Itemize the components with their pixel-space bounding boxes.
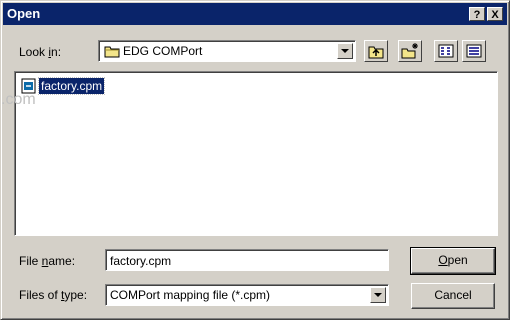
title-bar[interactable]: Open ? X: [3, 3, 507, 25]
file-type-dropdown-button[interactable]: [370, 287, 386, 303]
details-view-icon: [466, 44, 482, 58]
file-type-value: COMPort mapping file (*.cpm): [110, 288, 271, 302]
file-name-input[interactable]: factory.cpm: [105, 249, 389, 271]
list-view-button[interactable]: [434, 40, 458, 62]
folder-icon: [104, 46, 120, 58]
new-folder-icon: [401, 43, 418, 59]
file-type-combo[interactable]: COMPort mapping file (*.cpm): [105, 284, 389, 306]
window-title: Open: [7, 6, 41, 21]
list-view-icon: [438, 44, 454, 58]
file-name-text: factory.cpm: [37, 77, 106, 95]
file-type-label: Files of type:: [19, 288, 88, 302]
up-one-level-icon: [368, 46, 384, 59]
file-list[interactable]: factory.cpm: [14, 71, 498, 236]
watermark-text: .com: [1, 91, 36, 108]
file-name-label: File name:: [19, 254, 76, 268]
new-folder-button[interactable]: [398, 40, 422, 62]
up-one-level-button[interactable]: [364, 40, 388, 62]
open-button[interactable]: Open: [410, 247, 496, 275]
look-in-dropdown-button[interactable]: [337, 43, 353, 59]
file-name-value: factory.cpm: [110, 254, 172, 268]
look-in-combo[interactable]: EDG COMPort: [98, 40, 356, 62]
help-button[interactable]: ?: [469, 7, 485, 21]
open-dialog: Open ? X Look in: EDG COMPort factory.cp…: [0, 0, 510, 320]
look-in-label: Look in:: [19, 45, 62, 59]
close-button[interactable]: X: [487, 7, 503, 21]
details-view-button[interactable]: [462, 40, 486, 62]
cancel-button[interactable]: Cancel: [411, 283, 495, 309]
look-in-value: EDG COMPort: [123, 44, 203, 58]
